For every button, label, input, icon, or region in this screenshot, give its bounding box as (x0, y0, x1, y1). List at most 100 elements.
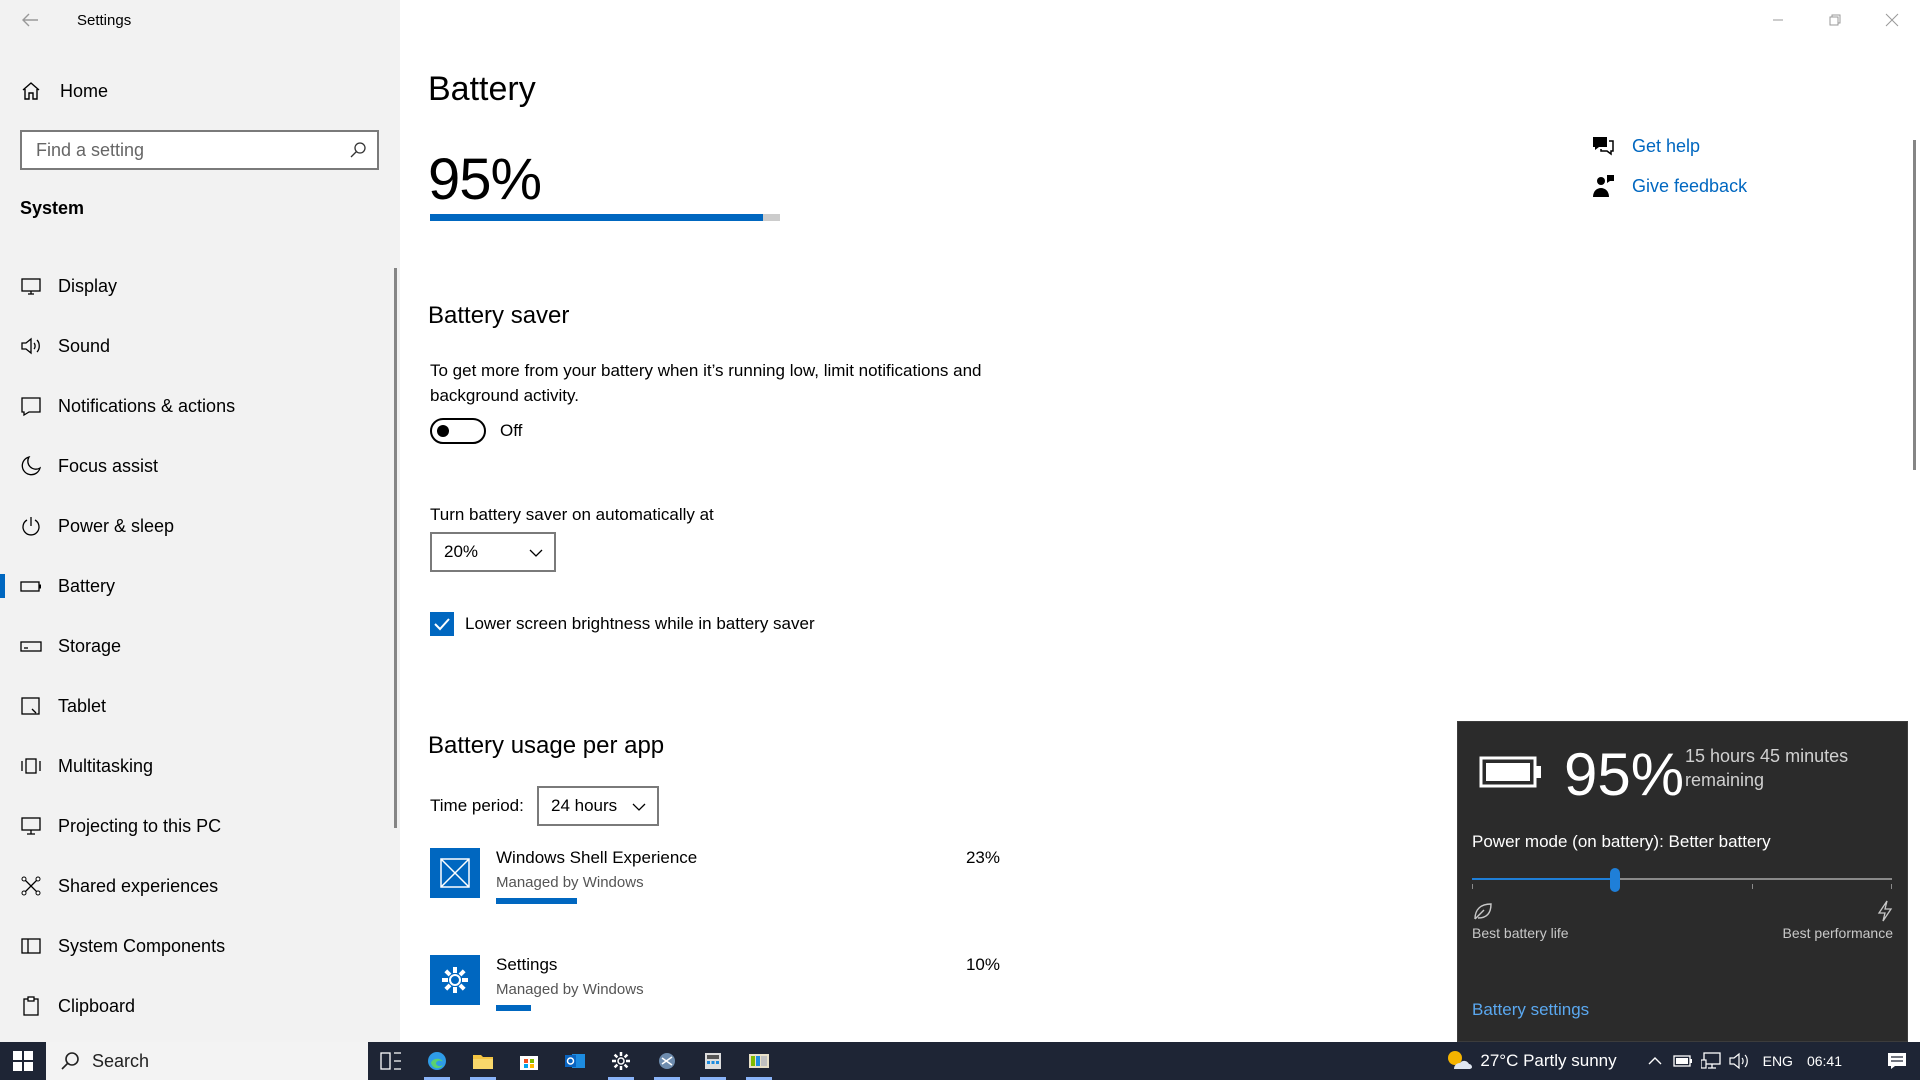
sidebar-item-label: Multitasking (58, 755, 154, 776)
system-components-icon (20, 935, 42, 957)
shell-experience-icon (440, 858, 470, 888)
battery-saver-toggle[interactable] (430, 418, 486, 444)
feedback-person-icon (1590, 173, 1616, 199)
app-name: Settings (496, 955, 558, 974)
input-language-indicator[interactable]: ENG (1763, 1053, 1793, 1069)
tray-battery-button[interactable] (1669, 1042, 1697, 1080)
auto-saver-dropdown[interactable]: 20% (430, 532, 556, 572)
battery-percent: 95% (428, 147, 542, 212)
sidebar-nav: Display Sound Notifications & actions Fo… (0, 256, 390, 1036)
start-button[interactable] (0, 1042, 46, 1080)
taskbar-app-store[interactable] (506, 1042, 552, 1080)
window-controls (1749, 0, 1920, 40)
slider-tick (1472, 884, 1473, 889)
app-usage-row[interactable]: Settings Managed by Windows 10% (430, 955, 1000, 1035)
battery-icon (20, 575, 42, 597)
give-feedback-link[interactable]: Give feedback (1590, 166, 1747, 206)
brightness-checkbox[interactable] (430, 612, 454, 636)
search-icon (61, 1052, 79, 1070)
taskbar-app-outlook[interactable] (552, 1042, 598, 1080)
get-help-link[interactable]: Get help (1590, 126, 1747, 166)
taskbar-clock[interactable]: 06:41 (1807, 1053, 1842, 1069)
sidebar-scrollbar[interactable] (394, 268, 397, 828)
taskbar-app-snipping[interactable] (644, 1042, 690, 1080)
sidebar-item-notifications[interactable]: Notifications & actions (0, 376, 390, 436)
battery-level-fill (430, 214, 763, 221)
taskbar-app-settings[interactable] (598, 1042, 644, 1080)
snipping-tool-icon (659, 1053, 675, 1069)
tray-volume-button[interactable] (1725, 1042, 1753, 1080)
sidebar-item-multitasking[interactable]: Multitasking (0, 736, 390, 796)
app-usage-percent: 10% (965, 955, 1000, 974)
outlook-icon (565, 1054, 585, 1068)
sidebar-item-focus-assist[interactable]: Focus assist (0, 436, 390, 496)
slider-thumb[interactable] (1609, 868, 1620, 892)
sidebar-item-label: Projecting to this PC (58, 815, 222, 836)
time-period-dropdown[interactable]: 24 hours (537, 786, 659, 826)
auto-saver-value: 20% (444, 542, 479, 561)
sidebar-item-projecting[interactable]: Projecting to this PC (0, 796, 390, 856)
chat-help-icon (1590, 133, 1616, 159)
main-scrollbar[interactable] (1913, 140, 1916, 470)
app-usage-row[interactable]: Windows Shell Experience Managed by Wind… (430, 848, 1000, 928)
sidebar: Settings Home System Display Sound (0, 0, 400, 1042)
taskbar-search-label: Search (92, 1050, 150, 1071)
close-button[interactable] (1863, 0, 1920, 40)
back-arrow-icon[interactable] (20, 10, 40, 30)
tray-network-button[interactable] (1697, 1042, 1725, 1080)
sidebar-item-display[interactable]: Display (0, 256, 390, 316)
taskbar-search-box[interactable]: Search (46, 1042, 368, 1080)
toggle-knob (437, 425, 449, 437)
system-tray: 27°C Partly sunny ENG 06:41 (1444, 1042, 1920, 1080)
chevron-down-icon (631, 799, 647, 813)
show-hidden-icons-button[interactable] (1641, 1042, 1669, 1080)
battery-settings-link[interactable]: Battery settings (1472, 1000, 1589, 1020)
task-view-button[interactable] (368, 1042, 414, 1080)
sidebar-item-system-components[interactable]: System Components (0, 916, 390, 976)
weather-widget[interactable]: 27°C Partly sunny (1444, 1047, 1617, 1075)
sidebar-item-tablet[interactable]: Tablet (0, 676, 390, 736)
help-links: Get help Give feedback (1590, 126, 1747, 206)
sidebar-item-power-sleep[interactable]: Power & sleep (0, 496, 390, 556)
edge-browser-icon (428, 1052, 446, 1070)
sidebar-item-label: Sound (58, 335, 111, 356)
chevron-up-icon (1648, 1057, 1662, 1065)
speaker-icon (1729, 1052, 1748, 1070)
best-performance-label: Best performance (1782, 925, 1894, 941)
app-usage-bar (496, 898, 577, 904)
sidebar-item-clipboard[interactable]: Clipboard (0, 976, 390, 1036)
page-title: Battery (428, 70, 536, 108)
sidebar-item-sound[interactable]: Sound (0, 316, 390, 376)
taskbar-app-file-explorer[interactable] (460, 1042, 506, 1080)
tablet-icon (20, 695, 42, 717)
sidebar-item-label: Storage (58, 635, 122, 656)
sidebar-item-battery[interactable]: Battery (0, 556, 390, 616)
action-center-button[interactable] (1874, 1042, 1920, 1080)
taskbar-app-edge[interactable] (414, 1042, 460, 1080)
taskbar-app-calculator[interactable] (690, 1042, 736, 1080)
app-tile (430, 848, 480, 898)
minimize-button[interactable] (1749, 0, 1806, 40)
notification-icon (1888, 1053, 1906, 1069)
network-icon (1700, 1052, 1721, 1069)
battery-saver-description: To get more from your battery when it’s … (430, 361, 982, 405)
search-icon[interactable] (349, 141, 367, 159)
battery-flyout: 95% 15 hours 45 minutes remaining Power … (1457, 721, 1908, 1042)
sidebar-home[interactable]: Home (20, 78, 108, 104)
setting-search-input[interactable] (22, 132, 322, 168)
speaker-icon (20, 335, 42, 357)
sidebar-item-label: System Components (58, 935, 226, 956)
taskbar-app-other[interactable] (736, 1042, 782, 1080)
multitasking-icon (20, 755, 42, 777)
moon-icon (20, 455, 42, 477)
power-mode-slider[interactable] (1472, 868, 1892, 892)
sidebar-item-label: Focus assist (58, 455, 159, 476)
sidebar-item-shared-experiences[interactable]: Shared experiences (0, 856, 390, 916)
battery-level-bar (430, 214, 780, 221)
restore-button[interactable] (1806, 0, 1863, 40)
slider-tick (1891, 884, 1892, 889)
app-managed-by: Managed by Windows (496, 981, 644, 998)
windows-logo-icon (13, 1051, 33, 1071)
get-help-label: Get help (1632, 135, 1701, 156)
sidebar-item-storage[interactable]: Storage (0, 616, 390, 676)
